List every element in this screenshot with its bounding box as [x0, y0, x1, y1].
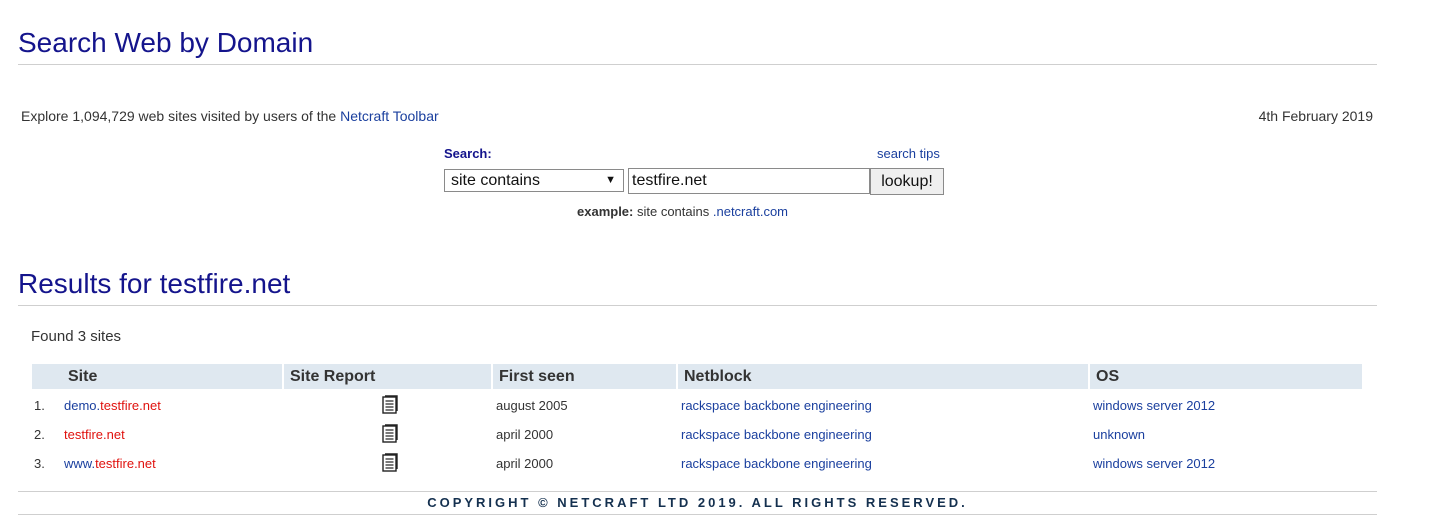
search-label: Search:	[444, 146, 492, 161]
title-divider	[18, 64, 1377, 65]
document-icon[interactable]	[382, 453, 398, 472]
column-header-site-report: Site Report	[290, 368, 376, 385]
os-link[interactable]: windows server 2012	[1093, 456, 1215, 471]
column-header-site[interactable]: Site	[68, 364, 97, 389]
page-title: Search Web by Domain	[18, 27, 314, 58]
site-domain: testfire.net	[100, 398, 161, 413]
column-separator	[491, 364, 493, 389]
table-row: 2. testfire.net april 2000 rackspace bac…	[32, 420, 1362, 449]
row-number: 1.	[34, 398, 45, 413]
document-icon[interactable]	[382, 395, 398, 414]
footer-divider-bottom	[18, 514, 1377, 515]
table-row: 3. www.testfire.net april 2000 rackspace…	[32, 449, 1362, 478]
site-domain: testfire.net	[64, 427, 125, 442]
page-date: 4th February 2019	[1258, 108, 1373, 124]
site-prefix: demo.	[64, 398, 101, 413]
row-number: 2.	[34, 427, 45, 442]
results-divider	[18, 305, 1377, 306]
netblock-link[interactable]: rackspace backbone engineering	[681, 427, 872, 442]
search-example: example: site contains .netcraft.com	[577, 204, 788, 219]
search-tips-link[interactable]: search tips	[877, 146, 940, 161]
caret-down-icon: ▼	[605, 174, 616, 186]
example-link[interactable]: .netcraft.com	[713, 204, 788, 219]
example-label: example:	[577, 204, 634, 219]
site-prefix: www.	[64, 456, 96, 471]
results-title: Results for testfire.net	[18, 268, 291, 299]
search-input-value: testfire.net	[632, 172, 707, 189]
os-link[interactable]: windows server 2012	[1093, 398, 1215, 413]
first-seen-value: april 2000	[496, 427, 554, 442]
first-seen-value: august 2005	[496, 398, 568, 413]
netblock-link[interactable]: rackspace backbone engineering	[681, 456, 872, 471]
search-mode-value: site contains	[451, 172, 540, 189]
table-row: 1. demo.testfire.net august 2005 rackspa…	[32, 391, 1362, 420]
column-header-os[interactable]: OS	[1096, 364, 1119, 389]
results-table-header: Site Site Report First seen Netblock OS	[32, 364, 1362, 389]
page: Search Web by Domain Explore 1,094,729 w…	[0, 0, 1432, 516]
lookup-button[interactable]: lookup!	[870, 168, 944, 195]
row-number: 3.	[34, 456, 45, 471]
site-link[interactable]: demo.testfire.net	[64, 398, 161, 413]
site-domain: testfire.net	[95, 456, 156, 471]
first-seen-value: april 2000	[496, 456, 554, 471]
explore-prefix: Explore 1,094,729 web sites visited by u…	[21, 108, 341, 124]
column-header-first-seen[interactable]: First seen	[499, 364, 575, 389]
footer-divider-top	[18, 491, 1377, 492]
column-header-netblock[interactable]: Netblock	[684, 364, 752, 389]
column-separator	[282, 364, 284, 389]
os-link[interactable]: unknown	[1093, 427, 1145, 442]
copyright-text: COPYRIGHT © NETCRAFT LTD 2019. ALL RIGHT…	[427, 495, 968, 510]
search-mode-select[interactable]: site contains ▼	[444, 169, 624, 192]
explore-text: Explore 1,094,729 web sites visited by u…	[21, 108, 439, 124]
column-separator	[676, 364, 678, 389]
site-link[interactable]: www.testfire.net	[64, 456, 156, 471]
example-text: site contains	[633, 204, 713, 219]
search-input[interactable]: testfire.net	[628, 168, 870, 194]
document-icon[interactable]	[382, 424, 398, 443]
column-separator	[1088, 364, 1090, 389]
netblock-link[interactable]: rackspace backbone engineering	[681, 398, 872, 413]
netcraft-toolbar-link[interactable]: Netcraft Toolbar	[340, 108, 439, 124]
found-count: Found 3 sites	[31, 328, 122, 345]
site-link[interactable]: testfire.net	[64, 427, 125, 442]
